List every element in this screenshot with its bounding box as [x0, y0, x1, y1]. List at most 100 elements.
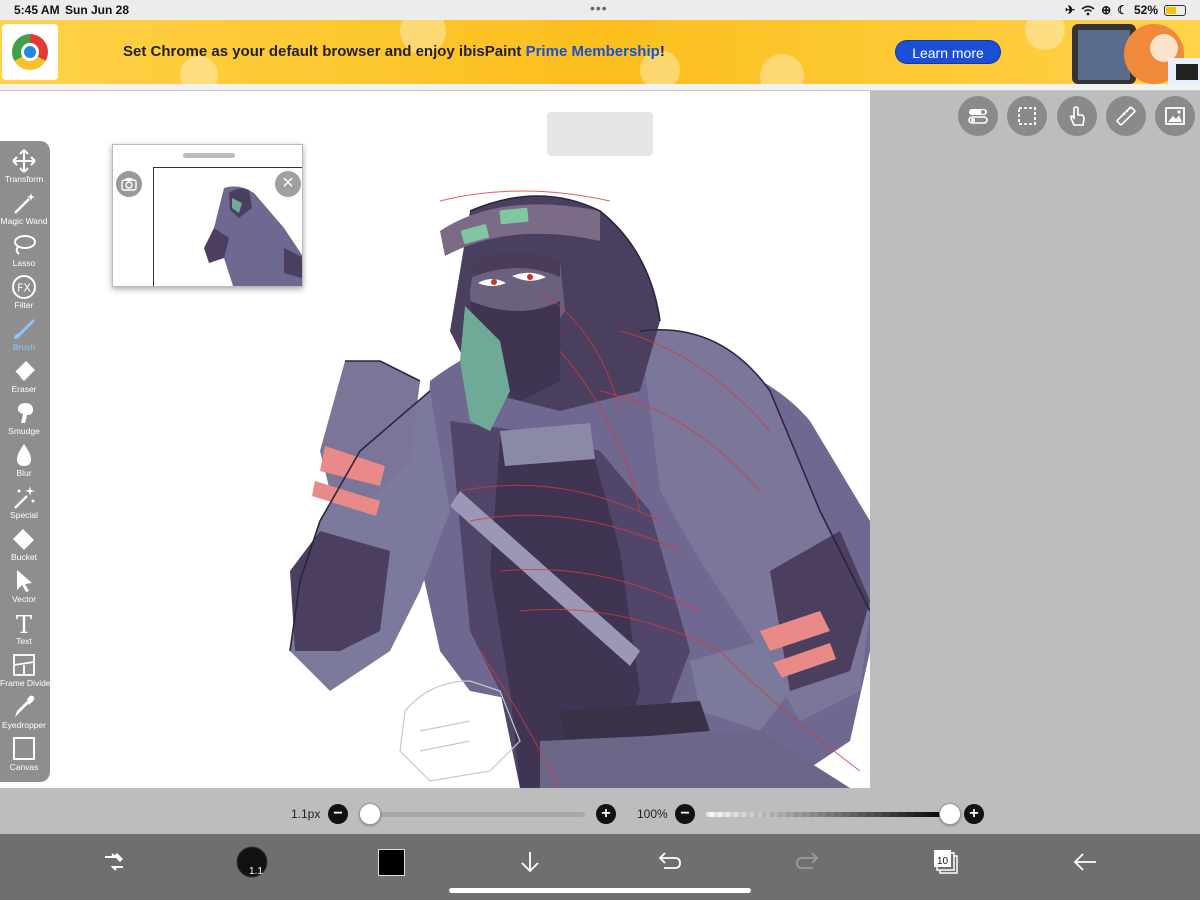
- tool-eyedropper[interactable]: Eyedropper: [0, 689, 48, 731]
- fx-icon: FX: [12, 275, 36, 299]
- tool-label: Transform: [4, 174, 44, 184]
- tool-label: Bucket: [11, 552, 37, 562]
- image-icon: [1165, 107, 1185, 125]
- tool-label: Smudge: [8, 426, 40, 436]
- tool-bucket[interactable]: Bucket: [0, 521, 48, 563]
- tool-palette: Transform Magic Wand Lasso FX Filter Bru…: [0, 141, 54, 782]
- tool-label: Eyedropper: [2, 720, 46, 730]
- reference-image-button[interactable]: [1155, 96, 1195, 136]
- camera-icon: [121, 178, 137, 191]
- brush-size-knob[interactable]: [358, 803, 381, 825]
- back-button[interactable]: [1065, 842, 1105, 882]
- opacity-increase-button[interactable]: +: [964, 804, 984, 824]
- status-bar: 5:45 AM Sun Jun 28 ••• ✈ ⊕ ☾ 52%: [0, 0, 1200, 20]
- brush-size-slider[interactable]: [360, 812, 585, 817]
- layer-count: 10: [937, 856, 949, 867]
- swap-icon: [105, 853, 123, 871]
- tool-label: Filter: [14, 300, 34, 310]
- moon-icon: ☾: [1117, 3, 1128, 17]
- tool-label: Eraser: [11, 384, 37, 394]
- navigator-drag-handle[interactable]: [183, 153, 235, 158]
- tool-eraser[interactable]: Eraser: [0, 353, 48, 395]
- brush-size-button[interactable]: 1.1: [232, 842, 272, 882]
- tool-label: Lasso: [12, 258, 36, 268]
- close-icon: ×: [282, 172, 294, 194]
- tool-smudge[interactable]: Smudge: [0, 395, 48, 437]
- hidden-overlay-button[interactable]: [547, 112, 653, 156]
- close-navigator-button[interactable]: ×: [275, 171, 301, 197]
- tool-transform[interactable]: Transform: [0, 143, 48, 185]
- tool-label: Magic Wand: [0, 216, 48, 226]
- bucket-icon: [13, 529, 34, 550]
- rotation-lock-icon: ⊕: [1101, 3, 1112, 17]
- tool-canvas[interactable]: Canvas: [0, 731, 48, 773]
- download-button[interactable]: [510, 842, 550, 882]
- tool-label: Text: [16, 636, 32, 646]
- eyedropper-icon: [15, 695, 35, 717]
- tool-label: Vector: [11, 594, 37, 604]
- cursor-icon: [17, 570, 32, 592]
- tool-text[interactable]: T Text: [0, 605, 48, 647]
- hand-touch-icon: [1069, 106, 1085, 126]
- opacity-label: 100%: [637, 807, 668, 821]
- promo-banner[interactable]: Set Chrome as your default browser and e…: [0, 20, 1200, 84]
- eraser-icon: [14, 361, 35, 381]
- toggle-panel-button[interactable]: [958, 96, 998, 136]
- undo-button[interactable]: [649, 842, 689, 882]
- tool-blur[interactable]: Blur: [0, 437, 48, 479]
- selection-icon: [1018, 107, 1036, 125]
- canvas-icon: [13, 737, 35, 760]
- brush-size-decrease-button[interactable]: −: [328, 804, 348, 824]
- smudge-icon: [17, 403, 33, 423]
- svg-text:T: T: [16, 611, 32, 635]
- back-arrow-icon: [1073, 853, 1096, 871]
- tool-filter[interactable]: FX Filter: [0, 269, 48, 311]
- wifi-icon: [1081, 5, 1095, 15]
- text-icon: T: [16, 611, 32, 635]
- battery-percent: 52%: [1133, 3, 1158, 17]
- navigator-window[interactable]: ×: [112, 144, 303, 287]
- camera-button[interactable]: [116, 171, 142, 197]
- chrome-logo-icon: [12, 34, 48, 70]
- tool-label: Frame Divider: [0, 678, 54, 688]
- touch-button[interactable]: [1057, 96, 1097, 136]
- tool-frame-divider[interactable]: Frame Divider: [0, 647, 54, 689]
- swap-button[interactable]: [94, 842, 134, 882]
- banner-text: Set Chrome as your default browser and e…: [123, 43, 665, 60]
- download-icon: [521, 852, 539, 873]
- battery-icon: [1164, 4, 1186, 16]
- home-indicator[interactable]: [449, 888, 751, 893]
- selection-button[interactable]: [1007, 96, 1047, 136]
- opacity-knob[interactable]: [939, 803, 961, 825]
- multitask-dots-icon[interactable]: •••: [590, 0, 608, 16]
- opacity-slider[interactable]: [706, 812, 950, 817]
- ruler-button[interactable]: [1106, 96, 1146, 136]
- banner-divider: [0, 84, 1200, 91]
- banner-highlight: Prime Membership: [525, 43, 660, 60]
- status-date: Sun Jun 28: [65, 3, 130, 17]
- learn-more-button[interactable]: Learn more: [895, 40, 1001, 64]
- color-button[interactable]: [371, 842, 411, 882]
- tool-label: Special: [10, 510, 38, 520]
- svg-text:FX: FX: [17, 282, 31, 295]
- toggle-icon: [968, 109, 988, 124]
- drop-icon: [17, 444, 31, 466]
- status-time: 5:45 AM: [14, 3, 60, 17]
- tool-label: Blur: [16, 468, 32, 478]
- tool-special[interactable]: Special: [0, 479, 48, 521]
- redo-button[interactable]: [788, 842, 828, 882]
- sparkle-icon: [14, 486, 35, 509]
- tool-vector[interactable]: Vector: [0, 563, 48, 605]
- tool-magic-wand[interactable]: Magic Wand: [0, 185, 48, 227]
- brush-icon: [14, 319, 35, 339]
- chrome-logo-box: [2, 24, 58, 80]
- move-arrows-icon: [12, 149, 36, 173]
- opacity-decrease-button[interactable]: −: [675, 804, 695, 824]
- lasso-icon: [14, 235, 36, 255]
- banner-artwork: [1072, 24, 1200, 84]
- layers-button[interactable]: 10: [926, 842, 966, 882]
- tool-lasso[interactable]: Lasso: [0, 227, 48, 269]
- frame-divider-icon: [13, 654, 35, 676]
- tool-brush[interactable]: Brush: [0, 311, 48, 353]
- brush-size-increase-button[interactable]: +: [596, 804, 616, 824]
